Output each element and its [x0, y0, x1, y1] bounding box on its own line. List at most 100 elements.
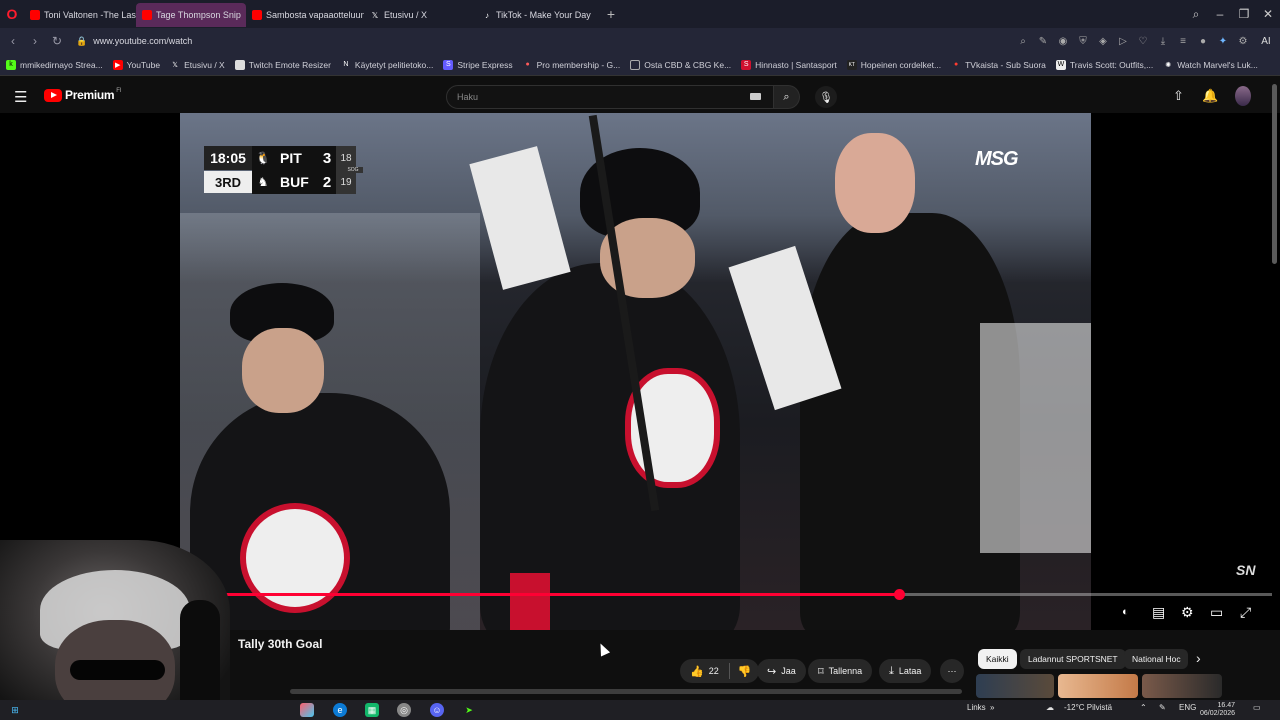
extension-icon[interactable]: ✦	[1216, 36, 1230, 47]
camera-icon[interactable]: ◉	[1056, 36, 1070, 47]
profile-icon[interactable]: ●	[1196, 36, 1210, 47]
search-button[interactable]: ⌕	[774, 85, 800, 109]
bookmark[interactable]: ✺ Watch Marvel's Luk...	[1163, 60, 1258, 70]
chevron-right-icon[interactable]: ›	[1196, 650, 1201, 666]
bookmark[interactable]: KT Hopeinen cordelket...	[846, 59, 941, 70]
like-count[interactable]: 22	[709, 666, 719, 676]
reload-icon[interactable]: ↻	[46, 34, 68, 48]
bookmark-label: Käytetyt pelitietoko...	[354, 59, 434, 70]
n-icon: N	[343, 61, 349, 68]
bookmarks-bar: k mmikedirnayo Strea... ▶ YouTube 𝕏 Etusivu…	[0, 54, 1280, 76]
avatar[interactable]	[1235, 86, 1251, 106]
lens-icon[interactable]: ⌕	[1016, 36, 1030, 47]
browser-tab[interactable]: Sambosta vapaaotteluun	[246, 3, 364, 27]
video-thumbnail[interactable]	[976, 674, 1054, 698]
search-input[interactable]: Haku	[446, 85, 774, 109]
rink-board	[980, 323, 1091, 553]
heart-icon[interactable]: ♡	[1136, 36, 1150, 47]
horizontal-scrollbar[interactable]	[290, 689, 962, 694]
bookmark[interactable]: ▶ YouTube	[112, 59, 160, 70]
back-icon[interactable]: ‹	[2, 34, 24, 48]
thumbs-up-icon[interactable]: 👍	[690, 665, 704, 678]
bookmark[interactable]: Osta CBD & CBG Ke...	[630, 59, 731, 70]
chip-national-hockey[interactable]: National Hoc	[1124, 649, 1188, 669]
video-thumbnail[interactable]	[1142, 674, 1222, 698]
close-icon[interactable]: ✕	[1256, 7, 1280, 21]
bookmark[interactable]: 𝕏 Etusivu / X	[170, 60, 224, 70]
chevron-up-icon[interactable]: ⌃	[1140, 703, 1147, 712]
keyboard-icon[interactable]	[750, 93, 761, 100]
settings-icon[interactable]: ⚙	[1236, 36, 1250, 47]
download-button[interactable]: ⤓ Lataa	[879, 659, 932, 683]
language-indicator[interactable]: ENG	[1179, 703, 1196, 712]
edit-icon[interactable]: ✎	[1036, 36, 1050, 47]
bookmark[interactable]: S Stripe Express	[443, 59, 513, 70]
discord-icon[interactable]: ☺	[430, 703, 444, 717]
menu-icon[interactable]: ≡	[1176, 36, 1190, 47]
bell-icon[interactable]: 🔔	[1202, 88, 1218, 104]
sunglasses	[70, 660, 165, 680]
bookmark[interactable]: S Hinnasto | Santasport	[741, 59, 837, 70]
browser-tab-active[interactable]: Tage Thompson Snip	[136, 3, 246, 27]
more-actions-button[interactable]: ⋯	[940, 659, 964, 683]
maximize-icon[interactable]: ❐	[1232, 7, 1256, 21]
play-icon[interactable]: ▷	[1116, 36, 1130, 47]
chevron-double-right-icon[interactable]: »	[990, 703, 994, 712]
save-button[interactable]: ⌑ Tallenna	[808, 659, 873, 683]
youtube-favicon-icon	[142, 10, 152, 20]
search-tabs-icon[interactable]: ⌕	[1184, 7, 1208, 22]
video-thumbnail[interactable]	[1058, 674, 1138, 698]
forward-icon[interactable]: ›	[24, 34, 46, 48]
edge-icon[interactable]: e	[333, 703, 347, 717]
minimize-icon[interactable]: –	[1208, 7, 1232, 21]
obs-icon[interactable]: ◎	[397, 703, 411, 717]
settings-icon[interactable]: ⚙	[1181, 604, 1194, 621]
streamer-app-icon[interactable]: ➤	[462, 703, 476, 717]
voice-search-button[interactable]: 🎙	[815, 86, 837, 108]
ai-label[interactable]: AI	[1256, 36, 1276, 47]
weather-text[interactable]: -12°C Pilvistä	[1064, 703, 1112, 712]
thumbs-down-icon[interactable]: 👎	[738, 665, 752, 678]
youtube-premium-logo[interactable]: Premium FI	[44, 88, 122, 102]
browser-tab[interactable]: ♪ TikTok - Make Your Day	[476, 3, 596, 27]
kt-icon: KT	[846, 59, 857, 70]
upload-icon[interactable]: ⇧	[1173, 88, 1184, 104]
page-icon	[234, 59, 245, 70]
chip-all[interactable]: Kaikki	[978, 649, 1017, 669]
app-icon[interactable]: ▦	[365, 703, 379, 717]
opera-logo-icon[interactable]: O	[0, 0, 24, 28]
copilot-icon[interactable]	[300, 703, 314, 717]
home-score: 2	[318, 170, 336, 194]
bookmark[interactable]: ● Pro membership - G...	[523, 60, 621, 70]
share-icon: ↪	[767, 665, 777, 678]
download-icon[interactable]: ⤓	[1156, 36, 1170, 47]
bookmark[interactable]: W Travis Scott: Outfits,...	[1055, 59, 1153, 70]
theater-mode-icon[interactable]: ▭	[1210, 604, 1223, 621]
url-field[interactable]: www.youtube.com/watch	[93, 36, 192, 46]
bookmark[interactable]: ● TVkaista - Sub Suora	[951, 60, 1046, 70]
autoplay-toggle-icon[interactable]: ◐	[1122, 606, 1129, 618]
bookmark[interactable]: Twitch Emote Resizer	[234, 59, 331, 70]
pen-icon[interactable]: ✎	[1159, 703, 1166, 712]
chip-uploaded-by-sportsnet[interactable]: Ladannut SPORTSNET	[1020, 649, 1126, 669]
links-toolbar[interactable]: Links	[967, 703, 986, 712]
progress-scrubber[interactable]	[894, 589, 905, 600]
system-clock[interactable]: 16.47 06/02/2026	[1200, 702, 1235, 718]
new-tab-button[interactable]: +	[600, 3, 622, 25]
bookmark[interactable]: k mmikedirnayo Strea...	[6, 59, 103, 70]
bookmark-label: Hinnasto | Santasport	[755, 59, 837, 70]
clock-time: 16.47	[1217, 702, 1236, 709]
notification-icon[interactable]: ▭	[1253, 703, 1261, 712]
vpn-icon[interactable]: ◈	[1096, 36, 1110, 47]
page-scrollbar[interactable]	[1272, 84, 1277, 264]
fullscreen-icon[interactable]: ⤢	[1240, 604, 1251, 621]
youtube-favicon-icon	[252, 10, 262, 20]
browser-tab[interactable]: 𝕏 Etusivu / X	[364, 3, 476, 27]
subtitles-icon[interactable]: ▤	[1152, 604, 1165, 621]
share-button[interactable]: ↪ Jaa	[757, 659, 806, 683]
hamburger-menu-icon[interactable]: ☰	[14, 88, 27, 106]
shield-icon[interactable]: ⛨	[1076, 36, 1090, 47]
browser-tab[interactable]: Toni Valtonen -The Last D	[24, 3, 136, 27]
bookmark[interactable]: N Käytetyt pelitietoko...	[341, 60, 433, 70]
windows-start-icon[interactable]: ⊞	[8, 703, 22, 717]
